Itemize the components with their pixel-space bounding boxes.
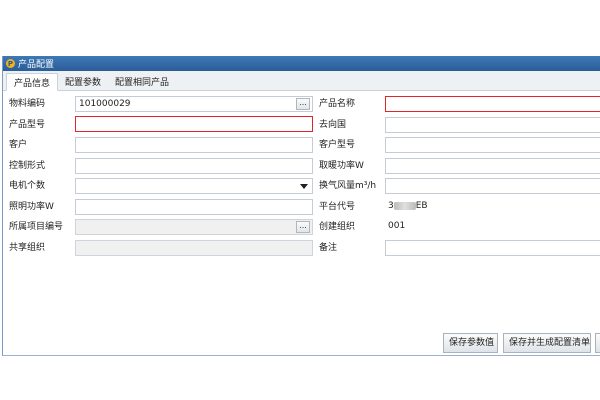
shared-org-field	[75, 240, 313, 256]
control-form-field[interactable]	[75, 158, 313, 174]
platform-code-suffix: EB	[415, 201, 428, 211]
project-number-lookup-button[interactable]: ...	[296, 221, 310, 233]
lighting-power-label: 照明功率W	[9, 202, 54, 212]
motor-count-label: 电机个数	[9, 181, 46, 191]
tab-product-info[interactable]: 产品信息	[6, 73, 59, 91]
product-config-window: P 产品配置 产品信息 配置参数 配置相同产品 物料编码 101000029 .…	[2, 56, 600, 356]
tab-same-config-products[interactable]: 配置相同产品	[108, 72, 176, 90]
customer-model-field[interactable]	[385, 137, 600, 153]
product-info-form: 物料编码 101000029 ... 产品名称 产品型号 去向国 客户 客户型号…	[3, 92, 600, 312]
motor-count-select[interactable]	[75, 178, 313, 194]
partial-button[interactable]	[595, 333, 600, 353]
customer-field[interactable]	[75, 137, 313, 153]
platform-code-label: 平台代号	[319, 202, 356, 212]
product-name-field[interactable]	[385, 96, 600, 112]
window-titlebar: P 产品配置	[3, 56, 600, 71]
window-title: 产品配置	[18, 60, 55, 70]
customer-model-label: 客户型号	[319, 140, 356, 150]
creating-org-label: 创建组织	[319, 222, 356, 232]
project-number-field[interactable]	[75, 219, 313, 235]
tab-bar: 产品信息 配置参数 配置相同产品	[3, 71, 600, 91]
tab-config-params[interactable]: 配置参数	[58, 72, 108, 90]
control-form-label: 控制形式	[9, 161, 46, 171]
heating-power-field[interactable]	[385, 158, 600, 174]
project-number-label: 所属项目编号	[9, 222, 64, 232]
heating-power-label: 取暖功率W	[319, 161, 364, 171]
chevron-down-icon[interactable]	[300, 184, 308, 189]
product-model-field[interactable]	[75, 116, 313, 132]
destination-country-field[interactable]	[385, 117, 600, 133]
remarks-field[interactable]	[385, 240, 600, 256]
platform-code-prefix: 3	[388, 201, 394, 211]
save-generate-config-list-button[interactable]: 保存并生成配置清单	[503, 333, 591, 353]
app-logo-icon: P	[6, 59, 15, 68]
remarks-label: 备注	[319, 243, 338, 253]
customer-label: 客户	[9, 140, 28, 150]
product-model-label: 产品型号	[9, 120, 46, 130]
air-volume-field[interactable]	[385, 178, 600, 194]
product-name-label: 产品名称	[319, 99, 356, 109]
creating-org-value: 001	[388, 221, 406, 231]
shared-org-label: 共享组织	[9, 243, 46, 253]
platform-code-value: 3 EB	[385, 199, 600, 215]
lighting-power-field[interactable]	[75, 199, 313, 215]
air-volume-label: 换气风量m³/h	[319, 181, 377, 191]
material-code-field[interactable]: 101000029	[75, 96, 313, 112]
redacted-block	[393, 201, 416, 210]
material-code-lookup-button[interactable]: ...	[296, 98, 310, 110]
material-code-label: 物料编码	[9, 99, 46, 109]
destination-country-label: 去向国	[319, 120, 347, 130]
save-params-button[interactable]: 保存参数值	[443, 333, 498, 353]
